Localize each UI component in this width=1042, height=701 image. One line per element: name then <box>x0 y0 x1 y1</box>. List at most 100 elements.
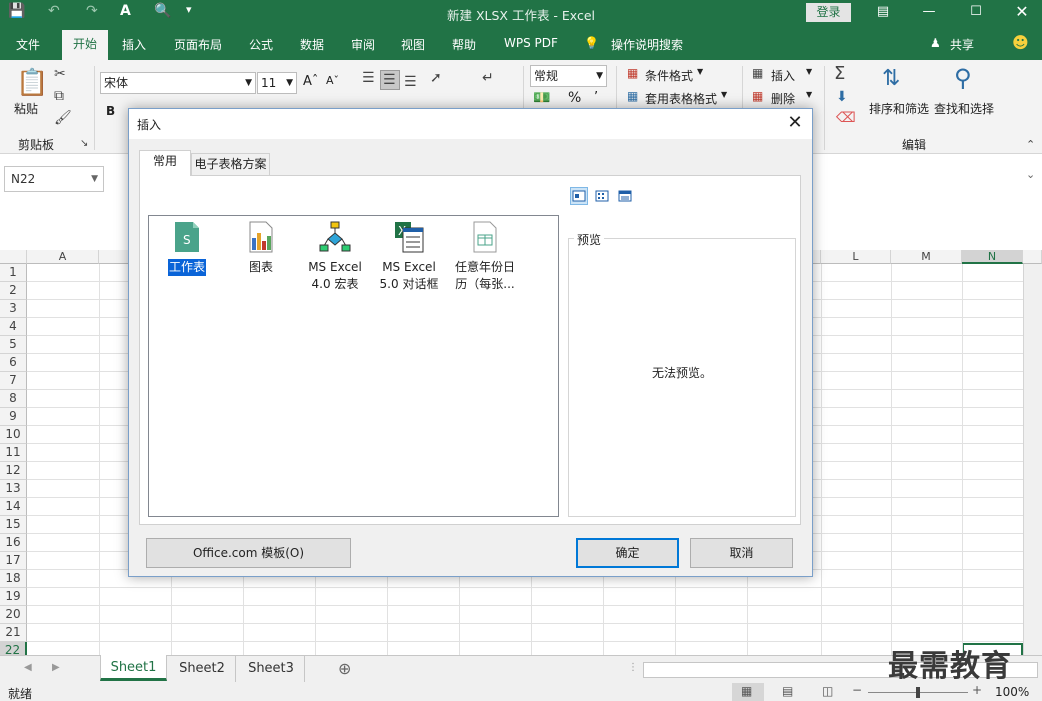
row-header[interactable]: 15 <box>0 516 27 534</box>
row-header[interactable]: 2 <box>0 282 27 300</box>
row-header[interactable]: 11 <box>0 444 27 462</box>
tab-common[interactable]: 常用 <box>139 150 191 176</box>
autosum-icon[interactable]: Σ <box>834 63 845 84</box>
number-format-select[interactable]: 常规 ▼ <box>530 65 607 87</box>
ok-button[interactable]: 确定 <box>576 538 679 568</box>
zoom-out-icon[interactable]: − <box>852 683 862 697</box>
tab-home[interactable]: 开始 <box>62 30 108 60</box>
share-button[interactable]: 共享 <box>950 36 974 53</box>
row-header[interactable]: 14 <box>0 498 27 516</box>
sheet-tab-sheet3[interactable]: Sheet3 <box>238 656 305 682</box>
align-top-icon[interactable]: ☰ <box>362 70 375 86</box>
tab-view[interactable]: 视图 <box>401 36 425 53</box>
details-view-button[interactable] <box>616 187 634 205</box>
font-name-select[interactable]: 宋体 ▼ <box>100 72 256 94</box>
insert-cells-button[interactable]: 插入 <box>771 67 795 84</box>
fill-icon[interactable]: ⬇ <box>836 89 848 105</box>
page-layout-view-icon[interactable]: ▤ <box>782 684 793 698</box>
row-header[interactable]: 4 <box>0 318 27 336</box>
copy-icon[interactable]: ⧉ <box>54 88 64 104</box>
row-header[interactable]: 9 <box>0 408 27 426</box>
row-header[interactable]: 20 <box>0 606 27 624</box>
tab-wps-pdf[interactable]: WPS PDF <box>504 36 558 50</box>
maximize-icon[interactable]: ☐ <box>961 2 991 22</box>
row-header[interactable]: 13 <box>0 480 27 498</box>
item-worksheet[interactable]: S 工作表 <box>152 220 222 277</box>
delete-cells-button[interactable]: 删除 <box>771 90 795 107</box>
item-ms-excel-5-dialog[interactable]: X MS Excel 5.0 对话框 <box>374 220 444 293</box>
vertical-scrollbar[interactable] <box>1023 264 1042 655</box>
tell-me-search[interactable]: 操作说明搜索 <box>611 36 683 53</box>
percent-button[interactable]: % <box>568 90 581 106</box>
add-sheet-icon[interactable]: ⊕ <box>338 659 351 678</box>
tab-review[interactable]: 审阅 <box>351 36 375 53</box>
font-size-select[interactable]: 11 ▼ <box>257 72 297 94</box>
tab-data[interactable]: 数据 <box>300 36 324 53</box>
item-chart[interactable]: 图表 <box>226 220 296 276</box>
row-header[interactable]: 8 <box>0 390 27 408</box>
format-as-table-button[interactable]: 套用表格格式 <box>645 90 717 107</box>
format-painter-brush-icon[interactable]: 🖌 <box>54 110 72 126</box>
paste-icon[interactable]: 📋 <box>16 68 48 98</box>
column-header-l[interactable]: L <box>821 250 891 264</box>
scroll-left-icon[interactable]: ◀ <box>24 662 32 673</box>
align-bottom-icon[interactable]: ☰ <box>404 74 417 90</box>
row-header[interactable]: 19 <box>0 588 27 606</box>
orientation-icon[interactable]: ➚ <box>430 70 442 86</box>
row-header[interactable]: 5 <box>0 336 27 354</box>
minimize-icon[interactable]: — <box>914 2 944 22</box>
row-header[interactable]: 3 <box>0 300 27 318</box>
row-header[interactable]: 10 <box>0 426 27 444</box>
smiley-icon[interactable]: ☻ <box>1012 33 1029 52</box>
normal-view-icon[interactable]: ▦ <box>741 684 752 698</box>
comma-style-icon[interactable]: ’ <box>594 90 598 105</box>
tab-page-layout[interactable]: 页面布局 <box>174 36 222 53</box>
paste-button[interactable]: 粘贴 <box>14 100 38 117</box>
column-header-m[interactable]: M <box>891 250 962 264</box>
row-header[interactable]: 17 <box>0 552 27 570</box>
shrink-font-icon[interactable]: Aˇ <box>326 74 339 87</box>
row-header[interactable]: 12 <box>0 462 27 480</box>
tab-split-handle[interactable]: ⋮ <box>628 662 638 673</box>
login-button[interactable]: 登录 <box>806 3 851 22</box>
column-header-a[interactable]: A <box>27 250 99 264</box>
item-ms-excel-4-macro[interactable]: MS Excel 4.0 宏表 <box>300 220 370 293</box>
list-view-button[interactable] <box>593 187 611 205</box>
zoom-level[interactable]: 100% <box>995 685 1029 699</box>
row-header[interactable]: 18 <box>0 570 27 588</box>
align-middle-icon[interactable]: ☰ <box>383 72 396 88</box>
tab-insert[interactable]: 插入 <box>122 36 146 53</box>
expand-formula-icon[interactable]: ⌄ <box>1026 168 1035 181</box>
dialog-launcher-icon[interactable]: ↘ <box>80 138 88 149</box>
row-header[interactable]: 16 <box>0 534 27 552</box>
office-templates-button[interactable]: Office.com 模板(O) <box>146 538 351 568</box>
find-select-button[interactable]: 查找和选择 <box>934 100 994 117</box>
dialog-title-bar[interactable]: 插入 ✕ <box>129 109 812 139</box>
tab-help[interactable]: 帮助 <box>452 36 476 53</box>
row-header[interactable]: 21 <box>0 624 27 642</box>
tab-file[interactable]: 文件 <box>16 36 40 53</box>
cut-icon[interactable]: ✂ <box>54 66 66 82</box>
tab-formulas[interactable]: 公式 <box>249 36 273 53</box>
wrap-text-icon[interactable]: ↵ <box>482 70 494 86</box>
row-header[interactable]: 7 <box>0 372 27 390</box>
template-list[interactable]: S 工作表 图表 MS Excel 4.0 宏表 X MS Excel 5.0 对话… <box>148 215 559 517</box>
page-break-view-icon[interactable]: ◫ <box>822 684 833 698</box>
conditional-format-button[interactable]: 条件格式 <box>645 67 693 84</box>
collapse-ribbon-icon[interactable]: ⌃ <box>1026 138 1035 151</box>
column-header-n[interactable]: N <box>962 250 1023 264</box>
zoom-in-icon[interactable]: + <box>972 683 982 697</box>
close-icon[interactable]: ✕ <box>784 112 806 134</box>
row-header[interactable]: 22 <box>0 642 27 655</box>
bold-button[interactable]: B <box>106 104 115 118</box>
row-header[interactable]: 6 <box>0 354 27 372</box>
currency-icon[interactable]: 💵 <box>533 90 550 106</box>
row-header[interactable]: 1 <box>0 264 27 282</box>
cancel-button[interactable]: 取消 <box>690 538 793 568</box>
clear-icon[interactable]: ⌫ <box>836 110 856 126</box>
sheet-tab-sheet1[interactable]: Sheet1 <box>100 655 167 681</box>
zoom-slider-thumb[interactable] <box>916 687 920 698</box>
select-all-corner[interactable] <box>0 250 27 264</box>
name-box[interactable]: N22 ▼ <box>4 166 104 192</box>
item-calendar[interactable]: 任意年份日 历（每张... <box>450 220 520 293</box>
